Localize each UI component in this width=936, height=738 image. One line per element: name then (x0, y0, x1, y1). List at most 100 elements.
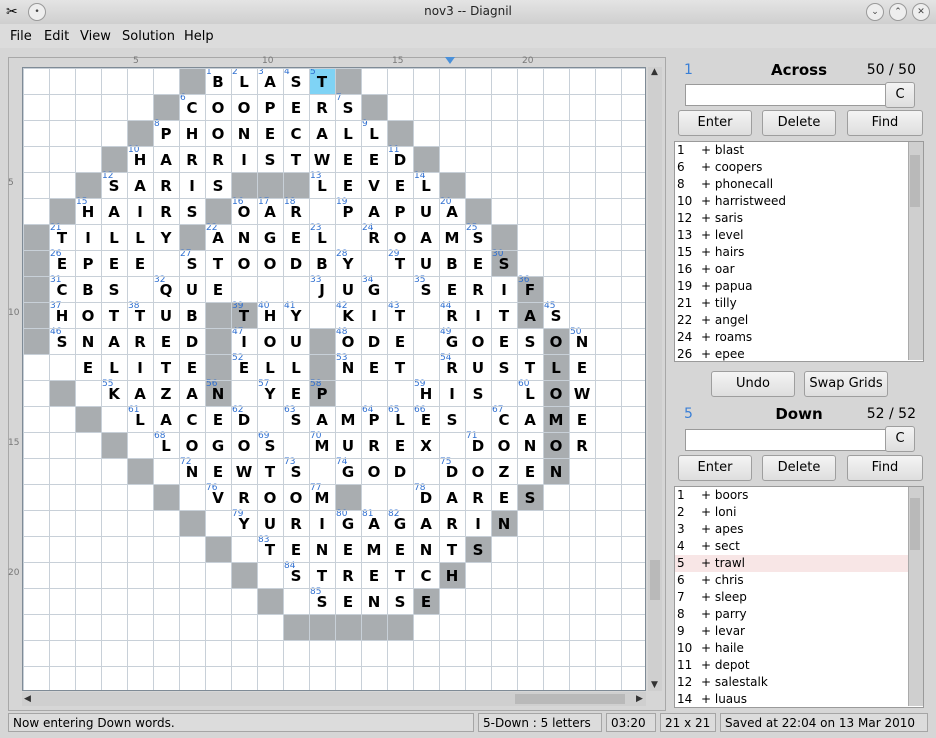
grid-cell[interactable]: D 71 (465, 431, 491, 458)
grid-cell[interactable]: A (413, 224, 439, 250)
grid-cell[interactable]: I (127, 354, 153, 380)
grid-cell[interactable]: R (309, 94, 335, 120)
menu-solution[interactable]: Solution (122, 29, 175, 44)
across-enter-button[interactable]: Enter (678, 110, 752, 136)
grid-cell[interactable]: S 63 (283, 405, 309, 432)
grid-cell[interactable]: R (465, 484, 491, 510)
grid-cell[interactable]: O (361, 458, 387, 484)
grid-cell[interactable]: D (361, 328, 387, 354)
grid-cell[interactable]: L (283, 354, 309, 380)
grid-cell[interactable]: M 77 (309, 483, 335, 510)
grid-cell[interactable]: G (257, 224, 283, 250)
grid-cell[interactable]: B (75, 276, 101, 302)
grid-cell[interactable]: T 21 (49, 223, 75, 250)
grid-cell[interactable]: T (517, 354, 543, 380)
grid-cell[interactable]: B (309, 250, 335, 276)
grid-cell[interactable]: E 26 (49, 249, 75, 276)
list-item[interactable]: 16 + oar (675, 261, 923, 278)
grid-cell[interactable]: A (153, 146, 179, 172)
grid-cell[interactable]: P (75, 250, 101, 276)
list-item[interactable]: 8 + parry (675, 606, 923, 623)
grid-cell[interactable]: E (491, 328, 517, 354)
grid-cell[interactable]: R (153, 172, 179, 198)
grid-cell[interactable]: T (205, 250, 231, 276)
grid-cell[interactable]: M 70 (309, 431, 335, 458)
grid-cell[interactable]: U (153, 302, 179, 328)
menu-help[interactable]: Help (184, 29, 214, 44)
list-item[interactable]: 19 + papua (675, 278, 923, 295)
grid-cell[interactable]: O (257, 484, 283, 510)
grid-cell[interactable]: G (205, 432, 231, 458)
scroll-right-icon[interactable]: ▶ (636, 694, 643, 704)
grid-cell[interactable]: R 44 (439, 301, 465, 328)
grid-cell[interactable]: Y 57 (257, 379, 283, 406)
grid-cell[interactable]: D 75 (439, 457, 465, 484)
grid-cell[interactable]: G 34 (361, 275, 387, 302)
list-item[interactable]: 10 + harristweed (675, 193, 923, 210)
grid-cell[interactable]: L 61 (127, 405, 153, 432)
grid-cell[interactable]: N (231, 224, 257, 250)
grid-cell[interactable]: G 80 (335, 509, 361, 536)
list-item[interactable]: 13 + level (675, 227, 923, 244)
grid-cell[interactable]: A (127, 380, 153, 406)
grid-cell[interactable]: E 52 (231, 353, 257, 380)
grid-cell[interactable]: N 72 (179, 457, 205, 484)
grid-cell[interactable]: R (127, 328, 153, 354)
grid-cell[interactable]: Z (491, 458, 517, 484)
grid-cell[interactable]: O 48 (335, 327, 361, 354)
grid-cell[interactable]: S 35 (413, 275, 439, 302)
down-enter-button[interactable]: Enter (678, 455, 752, 481)
grid-cell[interactable]: T (491, 302, 517, 328)
grid-cell[interactable]: L 13 (309, 171, 335, 198)
grid-cell[interactable]: C 67 (491, 405, 517, 432)
grid-cell[interactable]: G 49 (439, 327, 465, 354)
down-entry-field[interactable] (685, 429, 887, 451)
grid-cell[interactable]: T (387, 562, 413, 588)
grid-cell[interactable]: O (465, 458, 491, 484)
grid-cell[interactable]: E (127, 250, 153, 276)
grid-cell[interactable]: R 18 (283, 197, 309, 224)
scroll-up-icon[interactable]: ▲ (651, 67, 658, 77)
grid-cell[interactable]: E (335, 536, 361, 562)
grid-cell[interactable]: C (179, 406, 205, 432)
grid-cell[interactable]: S 12 (101, 171, 127, 198)
grid-cell[interactable]: Y (153, 224, 179, 250)
list-item[interactable]: 21 + tilly (675, 295, 923, 312)
list-item[interactable]: 8 + phonecall (675, 176, 923, 193)
grid-cell[interactable]: L 14 (413, 171, 439, 198)
grid-cell[interactable]: M (335, 406, 361, 432)
grid-cell[interactable]: E (205, 406, 231, 432)
grid-cell[interactable]: S 25 (465, 223, 491, 250)
grid-cell[interactable]: I (231, 146, 257, 172)
grid-cell[interactable]: O (231, 250, 257, 276)
grid-cell[interactable]: T (439, 536, 465, 562)
grid-cell[interactable]: T (153, 354, 179, 380)
grid-cell[interactable]: P 19 (335, 197, 361, 224)
grid-cell[interactable]: R 24 (361, 223, 387, 250)
grid-cell[interactable]: E (361, 562, 387, 588)
grid-cell[interactable]: A (127, 172, 153, 198)
grid-cell[interactable]: N (231, 120, 257, 146)
grid-cell[interactable]: H 15 (75, 197, 101, 224)
grid-cell[interactable]: H 59 (413, 379, 439, 406)
grid-cell[interactable]: R (179, 146, 205, 172)
grid-cell[interactable]: A (413, 510, 439, 536)
grid-cell[interactable]: H 10 (127, 145, 153, 172)
grid-cell[interactable]: T (257, 458, 283, 484)
grid-cell[interactable]: E (335, 588, 361, 614)
grid-cell[interactable]: U (179, 276, 205, 302)
grid-cell[interactable]: L (257, 354, 283, 380)
grid-cell[interactable]: O (205, 120, 231, 146)
grid-cell[interactable]: A (101, 328, 127, 354)
grid-cell[interactable]: E (387, 328, 413, 354)
grid-cell[interactable]: U (257, 510, 283, 536)
grid-cell[interactable]: R (361, 432, 387, 458)
grid-cell[interactable]: O (387, 224, 413, 250)
grid-cell[interactable]: E (179, 354, 205, 380)
grid-cell[interactable]: H 40 (257, 301, 283, 328)
grid-cell[interactable]: O (179, 432, 205, 458)
grid-cell[interactable]: V (361, 172, 387, 198)
grid-cell[interactable]: S (205, 172, 231, 198)
grid-cell[interactable]: Y 28 (335, 249, 361, 276)
grid-cell[interactable]: S (257, 146, 283, 172)
